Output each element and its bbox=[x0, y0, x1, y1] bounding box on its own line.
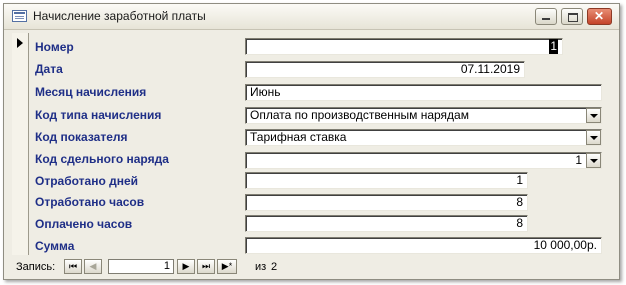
current-record-icon bbox=[17, 38, 23, 48]
amount-field[interactable]: 10 000,00р. bbox=[245, 237, 602, 254]
hours-worked-label: Отработано часов bbox=[35, 195, 145, 209]
minimize-button[interactable] bbox=[535, 8, 557, 25]
days-worked-label: Отработано дней bbox=[35, 174, 139, 188]
date-label: Дата bbox=[35, 62, 63, 76]
title-bar[interactable]: Начисление заработной платы bbox=[4, 4, 619, 30]
hours-paid-label: Оплачено часов bbox=[35, 217, 133, 231]
form-window: Начисление заработной платы Номер 1 Дата… bbox=[3, 3, 620, 280]
accrual-type-combo[interactable]: Оплата по производственным нарядам bbox=[245, 107, 602, 124]
date-field[interactable]: 07.11.2019 bbox=[245, 61, 525, 78]
chevron-down-icon[interactable] bbox=[586, 130, 601, 145]
piecework-order-combo[interactable]: 1 bbox=[245, 152, 602, 169]
first-record-button[interactable]: ⏮ bbox=[64, 259, 82, 274]
piecework-order-value: 1 bbox=[575, 153, 582, 167]
date-value: 07.11.2019 bbox=[460, 62, 520, 76]
next-record-button[interactable]: ▶ bbox=[177, 259, 195, 274]
amount-label: Сумма bbox=[35, 239, 75, 253]
hours-worked-value: 8 bbox=[516, 195, 523, 209]
record-selector[interactable] bbox=[12, 33, 29, 255]
close-button[interactable] bbox=[587, 8, 612, 25]
month-field[interactable]: Июнь bbox=[245, 84, 602, 101]
days-worked-value: 1 bbox=[516, 173, 523, 187]
of-label: из bbox=[255, 261, 267, 273]
record-navigation: Запись: ⏮ ◀ 1 ▶ ⏭ ▶* из 2 bbox=[12, 258, 610, 276]
number-field[interactable]: 1 bbox=[245, 38, 563, 55]
month-value: Июнь bbox=[250, 85, 281, 99]
record-number-input[interactable]: 1 bbox=[108, 259, 174, 274]
indicator-label: Код показателя bbox=[35, 130, 128, 144]
window-title: Начисление заработной платы bbox=[33, 9, 206, 23]
number-value: 1 bbox=[549, 39, 558, 54]
chevron-down-icon[interactable] bbox=[586, 153, 601, 168]
total-records: 2 bbox=[271, 261, 278, 273]
accrual-type-label: Код типа начисления bbox=[35, 108, 162, 122]
hours-paid-field[interactable]: 8 bbox=[245, 215, 528, 232]
previous-record-button[interactable]: ◀ bbox=[84, 259, 102, 274]
piecework-order-label: Код сдельного наряда bbox=[35, 152, 169, 166]
maximize-button[interactable] bbox=[561, 8, 583, 25]
days-worked-field[interactable]: 1 bbox=[245, 172, 528, 189]
last-record-button[interactable]: ⏭ bbox=[197, 259, 215, 274]
chevron-down-icon[interactable] bbox=[586, 108, 601, 123]
new-record-button[interactable]: ▶* bbox=[217, 259, 237, 274]
indicator-combo[interactable]: Тарифная ставка bbox=[245, 129, 602, 146]
amount-value: 10 000,00р. bbox=[533, 238, 597, 252]
number-label: Номер bbox=[35, 40, 74, 54]
hours-paid-value: 8 bbox=[516, 216, 523, 230]
indicator-value: Тарифная ставка bbox=[250, 130, 347, 144]
accrual-type-value: Оплата по производственным нарядам bbox=[250, 108, 469, 122]
record-label: Запись: bbox=[16, 261, 56, 273]
form-icon bbox=[12, 10, 27, 22]
hours-worked-field[interactable]: 8 bbox=[245, 194, 528, 211]
month-label: Месяц начисления bbox=[35, 85, 147, 99]
